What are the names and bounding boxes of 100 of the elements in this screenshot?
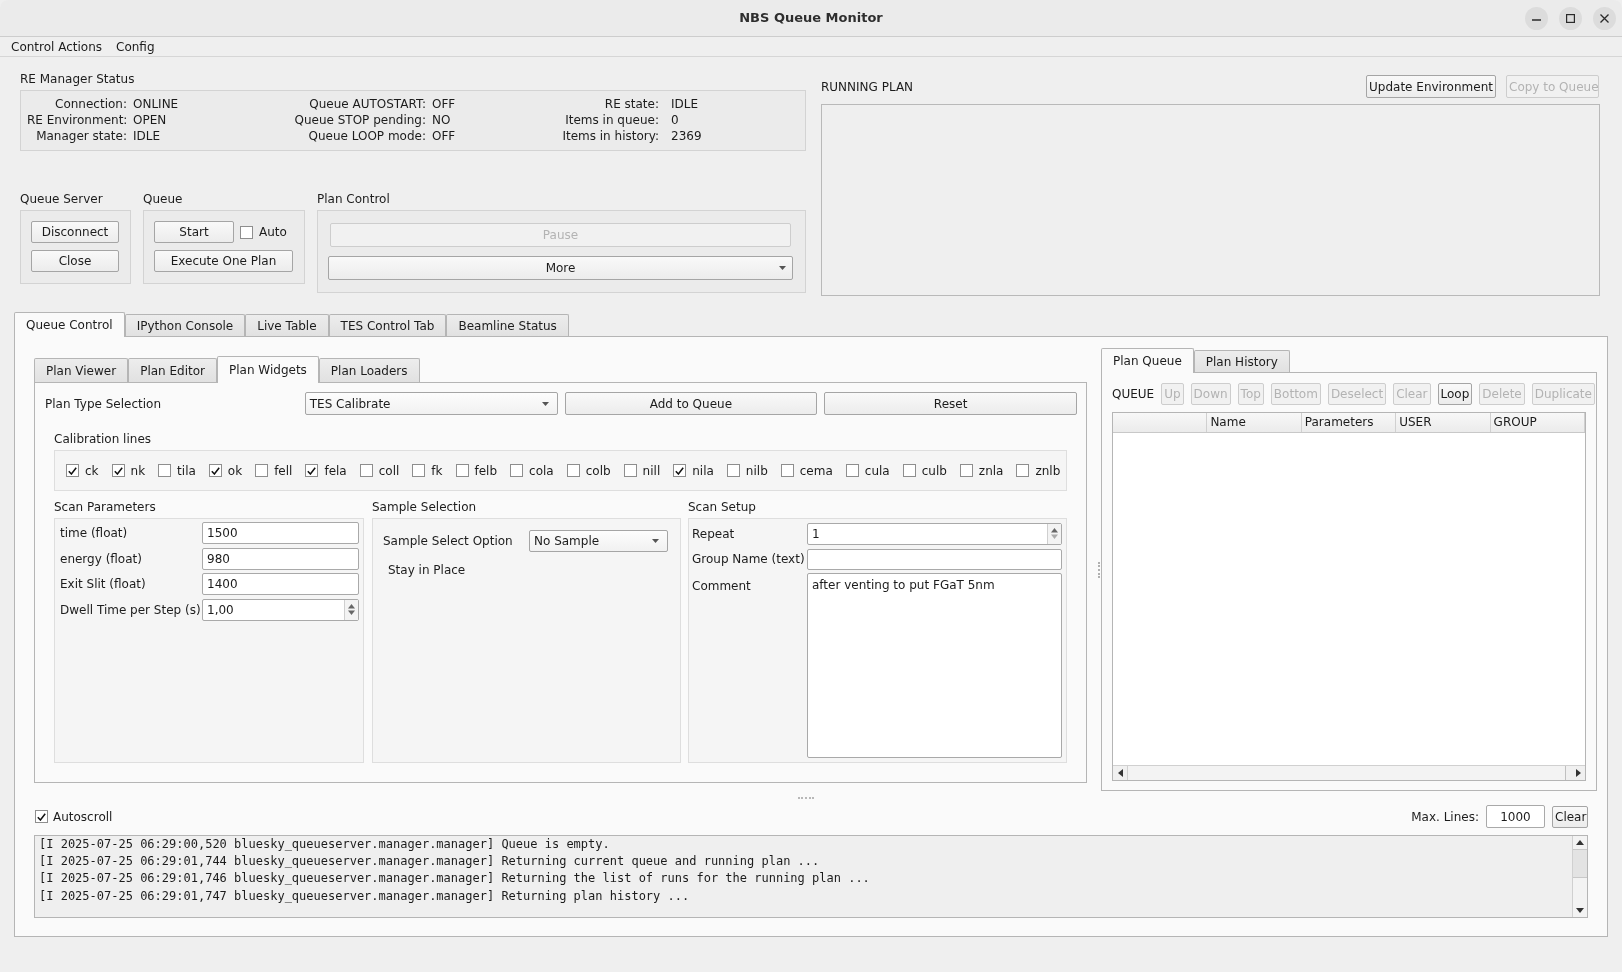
checkbox-label: felb [474,462,498,479]
close-button[interactable]: Close [31,250,119,272]
section-label: Calibration lines [54,431,152,447]
menu-item[interactable]: Control Actions [11,38,103,55]
start-button[interactable]: Start [154,221,234,243]
spin-box[interactable]: 1 [807,523,1062,545]
checkbox-label: coll [378,462,400,479]
checkbox[interactable] [959,464,973,477]
field-label: Comment [692,577,752,594]
tab[interactable]: Plan Editor [128,358,217,382]
tab[interactable]: IPython Console [124,314,246,336]
tab[interactable]: Plan Widgets [217,356,319,383]
column-header[interactable]: Parameters [1301,413,1397,432]
tab[interactable]: Plan Queue [1101,348,1194,373]
maximize-button[interactable] [1559,6,1582,30]
add-to-queue-button[interactable]: Add to Queue [564,392,818,415]
tab[interactable]: Plan Loaders [318,358,420,382]
checkbox-label: nk [130,462,146,479]
status-label: RE state: [603,96,659,112]
caret-icon [778,266,786,270]
scrollbar-thumb[interactable] [1573,849,1587,878]
clear-log-button[interactable]: Clear [1552,805,1588,828]
scroll-up-arrow-icon [1576,840,1584,845]
status-label: Queue AUTOSTART: [308,96,426,112]
update-environment-button[interactable]: Update Environment [1366,75,1496,98]
field-label: Sample Select Option [383,533,514,549]
splitter-handle[interactable] [797,797,814,799]
spin-arrows-icon [1051,528,1058,540]
tab[interactable]: Plan History [1193,350,1290,372]
checkbox[interactable] [158,464,172,477]
field-label: time (float) [60,525,129,541]
section-label: Sample Selection [372,499,478,515]
log-line: [I 2025-07-25 06:29:01,746 bluesky_queueserver.manager.manager] Returning the list of runs for the running plan ... [39,870,870,888]
checkbox[interactable] [510,464,524,477]
scroll-right-arrow-icon [1575,769,1581,777]
checkbox[interactable] [359,464,373,477]
checkbox[interactable] [35,810,48,823]
checkbox[interactable] [673,464,687,477]
checkbox-label: znlb [1035,462,1061,479]
max-lines-field[interactable]: 1000 [1486,805,1545,828]
column-header[interactable]: Name [1207,413,1302,432]
minimize-button[interactable] [1525,6,1548,30]
menu-item[interactable]: Config [116,38,155,55]
status-value: 2369 [670,128,703,144]
column-header[interactable]: GROUP [1490,413,1585,432]
checkbox[interactable] [412,464,426,477]
section-label: Scan Setup [688,499,757,515]
status-value: 0 [670,112,680,128]
execute-plan-button[interactable]: Execute One Plan [154,250,293,272]
checkbox[interactable] [240,225,253,239]
text-field[interactable]: 1400 [202,573,359,595]
text-field[interactable] [807,548,1062,570]
checkbox[interactable] [305,464,319,477]
status-label: Items in queue: [564,112,659,128]
tab[interactable]: TES Control Tab [328,314,447,336]
checkbox-label: ok [227,462,243,479]
checkbox[interactable] [726,464,740,477]
checkbox[interactable] [208,464,222,477]
window-title: NBS Queue Monitor [739,10,883,26]
more-dropdown[interactable]: More [328,256,793,280]
loop-button[interactable]: Loop [1437,383,1473,405]
close-icon [1600,13,1609,23]
sample-dropdown[interactable]: No Sample [529,530,668,552]
tab[interactable]: Live Table [245,314,329,336]
text-field[interactable]: 980 [202,547,359,570]
queue-label: QUEUE [1112,386,1155,402]
checkbox[interactable] [66,464,79,477]
status-value: IDLE [670,96,700,112]
maximize-icon [1566,13,1575,23]
tab[interactable]: Plan Viewer [34,358,129,382]
text-area[interactable]: after venting to put FGaT 5nm [807,572,1062,758]
log-line: [I 2025-07-25 06:29:01,747 bluesky_queueserver.manager.manager] Returning plan history ... [39,887,690,905]
status-value: ONLINE [133,96,180,112]
checkbox[interactable] [780,464,794,477]
column-header[interactable]: USER [1396,413,1491,432]
section-label: Queue Server [20,191,104,207]
text-field[interactable]: 1500 [202,522,359,544]
tab[interactable]: Queue Control [14,312,125,337]
checkbox-label: cula [864,462,890,479]
checkbox[interactable] [566,464,580,477]
field-label: Plan Type Selection [45,395,163,412]
tab[interactable]: Beamline Status [446,314,569,336]
status-value: OPEN [133,112,168,128]
checkbox[interactable] [902,464,916,477]
checkbox[interactable] [845,464,859,477]
spin-box[interactable]: 1,00 [202,598,359,621]
vertical-scrollbar[interactable] [1572,836,1587,917]
disconnect-button[interactable]: Disconnect [31,221,119,243]
plan-type-dropdown[interactable]: TES Calibrate [304,392,558,415]
checkbox-label: cema [799,462,833,479]
window-close-button[interactable] [1593,6,1616,30]
log-line: [I 2025-07-25 06:29:00,520 bluesky_queueserver.manager.manager] Queue is empty. [39,836,610,853]
checkbox[interactable] [111,464,125,477]
reset-button[interactable]: Reset [824,392,1077,415]
checkbox[interactable] [455,464,469,477]
checkbox[interactable] [623,464,637,477]
checkbox-label: tila [177,462,196,479]
checkbox-label: nill [642,462,661,479]
checkbox[interactable] [1016,464,1030,477]
checkbox[interactable] [255,464,269,477]
